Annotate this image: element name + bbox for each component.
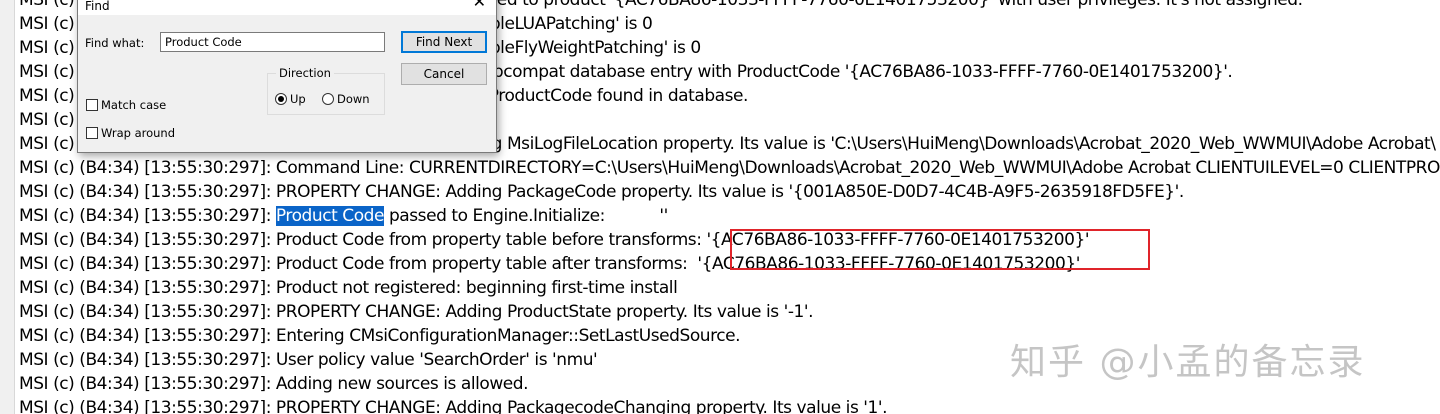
close-icon[interactable]: ✕	[473, 0, 486, 10]
search-match-highlight: Product Code	[275, 206, 384, 226]
find-what-input[interactable]: Product Code	[160, 32, 385, 52]
match-case-label[interactable]: Match case	[101, 98, 166, 112]
match-case-checkbox[interactable]	[86, 99, 98, 111]
log-line: MSI (c) (B4:34) [13:55:30:297]: Entering…	[19, 324, 741, 348]
log-line: MSI (c) (B4:34) [13:55:30:297]: User pol…	[19, 348, 598, 372]
log-line-text: MSI (c) (B4:34) [13:55:30:297]: Entering…	[19, 326, 741, 346]
find-next-button[interactable]: Find Next	[401, 31, 487, 53]
log-line-text: MSI (c) (B4:34) [13:55:30:297]: PROPERTY…	[19, 302, 814, 322]
find-what-label: Find what:	[85, 36, 145, 50]
log-line-text: MSI (c) (B4:34) [13:55:30:297]: PROPERTY…	[19, 182, 1184, 202]
find-dialog-title: Find	[85, 0, 110, 13]
up-radio[interactable]	[275, 93, 287, 105]
log-line-text: MSI (c) (B4:34) [13:55:30:297]: User pol…	[19, 350, 598, 370]
wrap-around-label[interactable]: Wrap around	[101, 126, 175, 140]
find-dialog: Find ✕ Find what: Product Code Find Next…	[77, 0, 497, 153]
log-line-text: MSI (c) (B4:34) [13:55:30:297]: Command …	[19, 158, 1440, 178]
log-line: MSI (c) (B4:34) [13:55:30:297]: PROPERTY…	[19, 300, 814, 324]
log-line-text-after-match: passed to Engine.Initialize: ''	[384, 206, 668, 226]
log-line-text: MSI (c) (B4:34) [13:55:30:297]: Adding n…	[19, 374, 529, 394]
direction-label: Direction	[276, 66, 334, 80]
log-viewer-window: MSI (c) (B4:34) [13:55:30:297]: Machine …	[0, 0, 1440, 414]
down-radio[interactable]	[322, 93, 334, 105]
watermark-text: 知乎 @小孟的备忘录	[1010, 342, 1366, 383]
down-radio-label[interactable]: Down	[337, 92, 370, 106]
up-radio-label[interactable]: Up	[290, 92, 306, 106]
log-line: MSI (c) (B4:34) [13:55:30:297]: Product …	[19, 276, 678, 300]
log-line: MSI (c) (B4:34) [13:55:30:297]: PROPERTY…	[19, 396, 888, 414]
find-dialog-titlebar[interactable]: Find ✕	[78, 0, 496, 15]
log-line-text: MSI (c) (B4:34) [13:55:30:297]: PROPERTY…	[19, 398, 888, 414]
red-highlight-annotation-box	[730, 229, 1150, 270]
log-line: MSI (c) (B4:34) [13:55:30:297]: Product …	[19, 204, 668, 228]
cancel-button[interactable]: Cancel	[401, 63, 487, 85]
log-line: MSI (c) (B4:34) [13:55:30:297]: PROPERTY…	[19, 180, 1184, 204]
log-line-text: MSI (c) (B4:34) [13:55:30:297]: Product …	[19, 278, 678, 298]
log-line-text: MSI (c) (B4:34) [13:55:30:297]:	[19, 206, 276, 226]
wrap-around-checkbox[interactable]	[86, 127, 98, 139]
log-line: MSI (c) (B4:34) [13:55:30:297]: Adding n…	[19, 372, 529, 396]
left-margin-gutter	[0, 0, 15, 414]
log-line: MSI (c) (B4:34) [13:55:30:297]: Command …	[19, 156, 1440, 180]
